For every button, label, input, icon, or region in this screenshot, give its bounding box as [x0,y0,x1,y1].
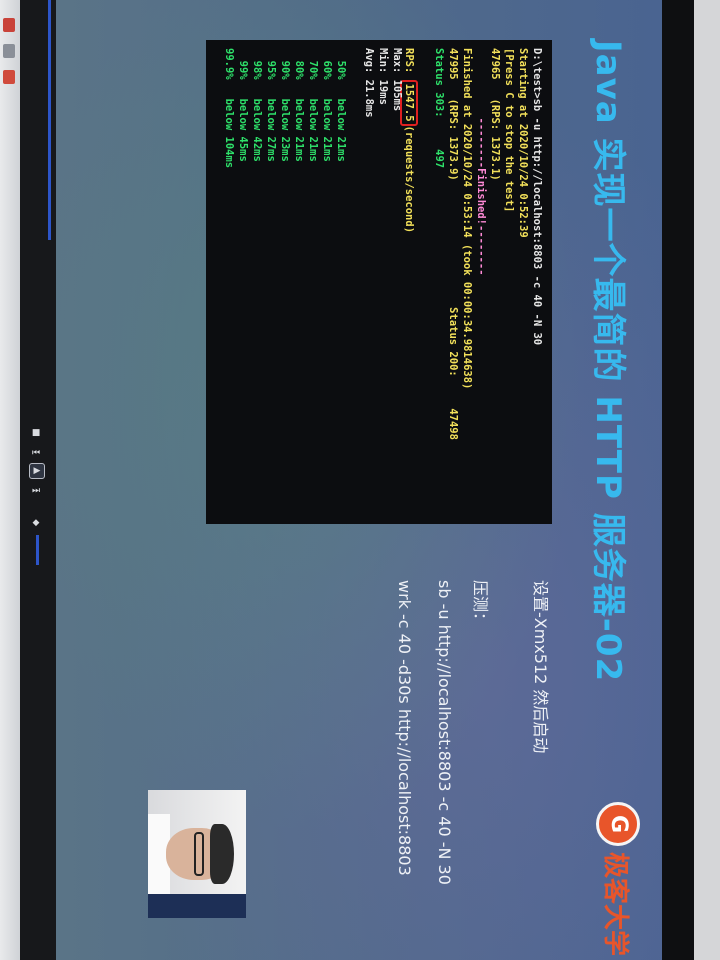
terminal-line: 50% below 21ms [335,48,347,162]
terminal-line: D:\test>sb -u http://localhost:8803 -c 4… [531,48,543,346]
terminal-line: 60% below 21ms [321,48,333,162]
presentation-screen: Java 实现一个最简的 HTTP 服务器-02 G 极客大学 D:\test>… [56,0,662,960]
webcam-background [148,894,246,918]
slide: Java 实现一个最简的 HTTP 服务器-02 G 极客大学 D:\test>… [56,0,662,960]
volume-icon[interactable]: ◆ [29,518,43,528]
geek-logo-icon: G [596,802,640,846]
terminal-line: 90% below 23ms [279,48,291,162]
terminal-line: 80% below 21ms [293,48,305,162]
terminal-line: Status 303: 497 [433,48,445,169]
brand: G 极客大学 [596,802,640,956]
brand-text: 极客大学 [600,852,631,957]
skip-forward-icon[interactable]: ⏭ [29,486,43,496]
terminal-line: Min: 19ms [377,48,389,105]
terminal-line: --------Finished!-------- [475,48,487,276]
note-line: 设置-Xmx512 然后启动 [531,580,550,754]
webcam-hair [210,824,234,884]
slide-title: Java 实现一个最简的 HTTP 服务器-02 [588,40,628,683]
terminal-text: (requests/second) [403,125,415,234]
terminal-output: D:\test>sb -u http://localhost:8803 -c 4… [206,40,552,524]
webcam-glasses [194,832,204,876]
background-wall [694,0,720,960]
terminal-line: RPS: 1547.5(requests/second) [400,48,418,524]
note-line: 压测： [471,580,490,629]
webcam-feed [148,790,246,918]
note-line: sb -u http://localhost:8803 -c 40 -N 30 [435,580,454,885]
desktop-app-icon[interactable] [3,44,15,58]
terminal-line: 47995 (RPS: 1373.9) Status 200: 47498 [447,48,459,440]
terminal-label: RPS: [403,48,415,80]
skip-back-icon[interactable]: ⏮ [29,448,43,458]
note-line: wrk -c 40 -d30s http://localhost:8803 [395,580,414,876]
terminal-line: Finished at 2020/10/24 0:53:14 (took 00:… [461,48,473,390]
terminal-line: 47965 (RPS: 1373.1) [489,48,501,181]
terminal-line: [Press C to stop the test] [503,48,515,213]
stop-icon[interactable]: ■ [29,428,43,438]
terminal-line: Starting at 2020/10/24 0:52:39 [517,48,529,238]
terminal-line: 99% below 45ms [237,48,249,162]
desktop-app-icon[interactable] [3,70,15,84]
play-icon[interactable]: ▶ [29,463,45,479]
terminal-line: 98% below 42ms [251,48,263,162]
terminal-line: Avg: 21.8ms [363,48,375,118]
desktop-strip [0,0,20,960]
terminal-line: 70% below 21ms [307,48,319,162]
progress-line[interactable] [48,0,51,240]
terminal-line: 99.9% below 104ms [223,48,235,169]
volume-slider[interactable] [36,535,39,565]
terminal-line: 95% below 27ms [265,48,277,162]
desktop-app-icon[interactable] [3,18,15,32]
